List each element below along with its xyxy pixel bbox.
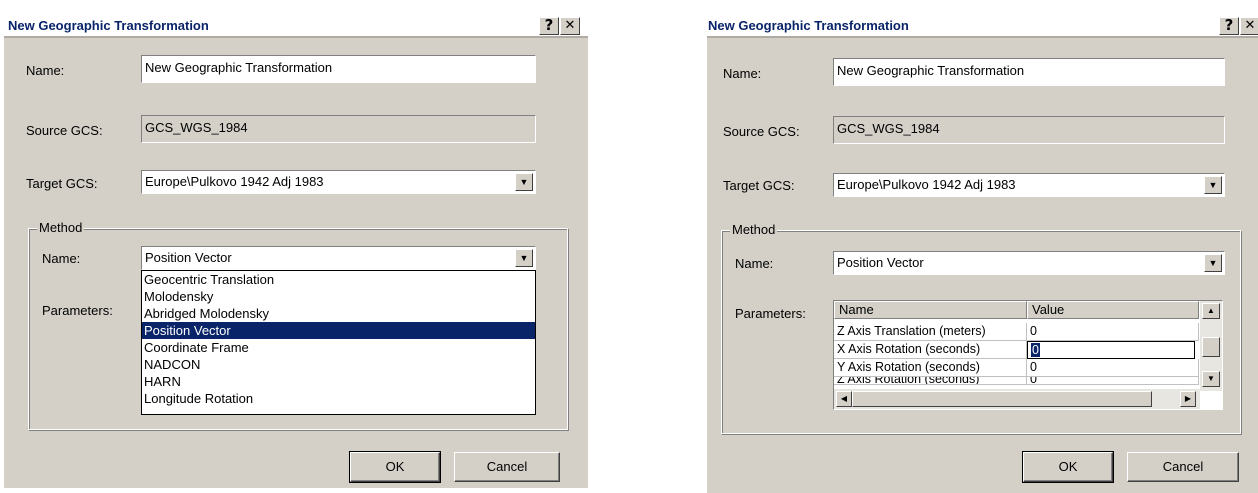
cancel-button[interactable]: Cancel	[1127, 452, 1239, 482]
method-select[interactable]: Position Vector ▼	[141, 246, 536, 270]
param-name-cell: Y Axis Rotation (seconds)	[834, 359, 1027, 377]
param-value-cell[interactable]: 0	[1027, 377, 1199, 385]
dropdown-option[interactable]: NADCON	[142, 356, 535, 373]
source-gcs-label: Source GCS:	[723, 124, 800, 139]
grid-header-name[interactable]: Name	[834, 301, 1027, 319]
chevron-down-icon[interactable]: ▼	[515, 249, 533, 267]
dropdown-option[interactable]: Abridged Molodensky	[142, 305, 535, 322]
param-name-cell: X Axis Rotation (seconds)	[834, 341, 1027, 359]
method-select[interactable]: Position Vector ▼	[833, 251, 1225, 275]
param-value-cell[interactable]: 0	[1027, 359, 1199, 377]
method-value: Position Vector	[837, 255, 924, 270]
help-icon[interactable]: ?	[1219, 17, 1239, 35]
target-gcs-select[interactable]: Europe\Pulkovo 1942 Adj 1983 ▼	[141, 170, 536, 194]
cancel-button[interactable]: Cancel	[454, 452, 560, 482]
param-value-cell[interactable]: 0	[1027, 323, 1199, 341]
target-gcs-label: Target GCS:	[26, 176, 98, 191]
name-label: Name:	[723, 66, 762, 81]
vertical-scrollbar[interactable]: ▲ ▼	[1200, 301, 1222, 391]
dialog-title: New Geographic Transformation	[8, 18, 209, 33]
scrollbar-thumb[interactable]	[1202, 337, 1220, 357]
target-gcs-label: Target GCS:	[723, 178, 795, 193]
target-gcs-select[interactable]: Europe\Pulkovo 1942 Adj 1983 ▼	[833, 173, 1225, 197]
chevron-down-icon[interactable]: ▼	[1204, 254, 1222, 272]
arrow-up-icon[interactable]: ▲	[1202, 303, 1220, 319]
horizontal-scrollbar[interactable]: ◀ ▶	[834, 389, 1200, 409]
title-bar: New Geographic Transformation ? ✕	[4, 14, 588, 38]
source-gcs-field: GCS_WGS_1984	[833, 116, 1225, 144]
dropdown-option[interactable]: Molodensky	[142, 288, 535, 305]
name-input[interactable]: New Geographic Transformation	[141, 55, 536, 83]
dropdown-option[interactable]: Coordinate Frame	[142, 339, 535, 356]
left-dialog: New Geographic Transformation ? ✕ Name: …	[4, 14, 588, 488]
param-value-edit[interactable]: 0	[1027, 341, 1195, 359]
dropdown-option[interactable]: HARN	[142, 373, 535, 390]
dropdown-option[interactable]: Position Vector	[142, 322, 535, 339]
name-label: Name:	[26, 63, 65, 78]
right-dialog: New Geographic Transformation ? ✕ Name: …	[707, 14, 1258, 493]
method-value: Position Vector	[145, 250, 232, 265]
scrollbar-thumb[interactable]	[852, 391, 1152, 407]
parameters-label: Parameters:	[42, 303, 113, 318]
close-icon[interactable]: ✕	[1240, 17, 1258, 35]
arrow-left-icon[interactable]: ◀	[836, 391, 852, 407]
help-icon[interactable]: ?	[539, 17, 559, 35]
parameters-grid[interactable]: Name Value Z Axis Translation (meters) 0…	[833, 300, 1223, 410]
method-group-title: Method	[730, 222, 778, 237]
parameters-label: Parameters:	[735, 306, 806, 321]
source-gcs-field: GCS_WGS_1984	[141, 115, 536, 143]
param-name-cell: Z Axis Translation (meters)	[834, 323, 1027, 341]
chevron-down-icon[interactable]: ▼	[1204, 176, 1222, 194]
dialog-title: New Geographic Transformation	[708, 18, 909, 33]
dropdown-option[interactable]: Geocentric Translation	[142, 271, 535, 288]
ok-button[interactable]: OK	[1022, 451, 1114, 483]
close-icon[interactable]: ✕	[560, 17, 580, 35]
title-bar: New Geographic Transformation ? ✕	[707, 14, 1258, 38]
source-gcs-label: Source GCS:	[26, 123, 103, 138]
arrow-down-icon[interactable]: ▼	[1202, 371, 1220, 387]
ok-button[interactable]: OK	[349, 451, 441, 483]
target-gcs-value: Europe\Pulkovo 1942 Adj 1983	[145, 174, 324, 189]
target-gcs-value: Europe\Pulkovo 1942 Adj 1983	[837, 177, 1016, 192]
param-name-cell: Z Axis Rotation (seconds)	[834, 377, 1027, 385]
method-dropdown-list: Geocentric Translation Molodensky Abridged…	[141, 270, 536, 415]
method-name-label: Name:	[735, 256, 774, 271]
method-name-label: Name:	[42, 251, 81, 266]
name-input[interactable]: New Geographic Transformation	[833, 58, 1225, 86]
method-group-title: Method	[37, 220, 85, 235]
arrow-right-icon[interactable]: ▶	[1180, 391, 1196, 407]
dropdown-option[interactable]: Longitude Rotation	[142, 390, 535, 407]
grid-header-value[interactable]: Value	[1027, 301, 1199, 319]
param-value-selected-text: 0	[1031, 343, 1040, 357]
chevron-down-icon[interactable]: ▼	[515, 173, 533, 191]
